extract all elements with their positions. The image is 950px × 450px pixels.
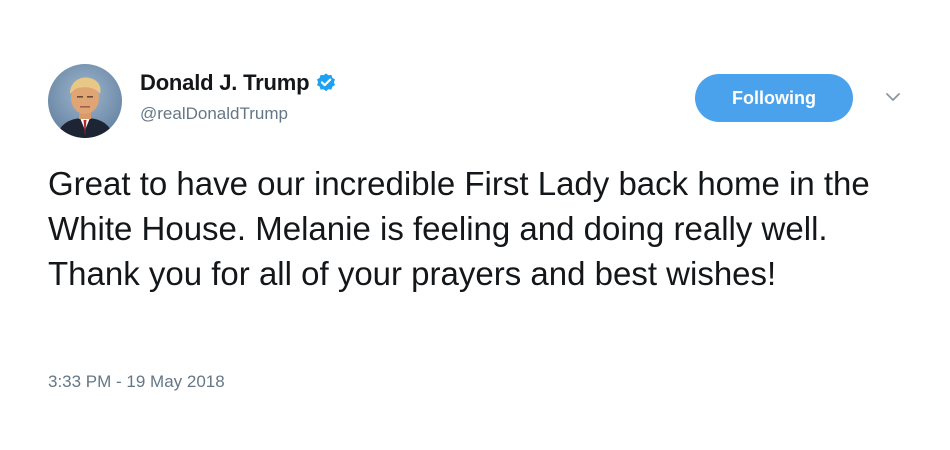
name-row: Donald J. Trump bbox=[140, 68, 337, 98]
tweet-timestamp[interactable]: 3:33 PM - 19 May 2018 bbox=[48, 372, 225, 392]
verified-badge-icon bbox=[315, 72, 337, 94]
author-display-name[interactable]: Donald J. Trump bbox=[140, 70, 310, 96]
author-handle[interactable]: @realDonaldTrump bbox=[140, 104, 337, 124]
following-button[interactable]: Following bbox=[695, 74, 853, 122]
author-identity: Donald J. Trump @realDonaldTrump bbox=[140, 68, 337, 124]
avatar-image bbox=[48, 64, 122, 138]
tweet-card: Donald J. Trump @realDonaldTrump Followi… bbox=[0, 0, 950, 450]
tweet-text: Great to have our incredible First Lady … bbox=[48, 165, 870, 292]
chevron-down-icon[interactable] bbox=[880, 84, 906, 110]
avatar[interactable] bbox=[48, 64, 122, 138]
